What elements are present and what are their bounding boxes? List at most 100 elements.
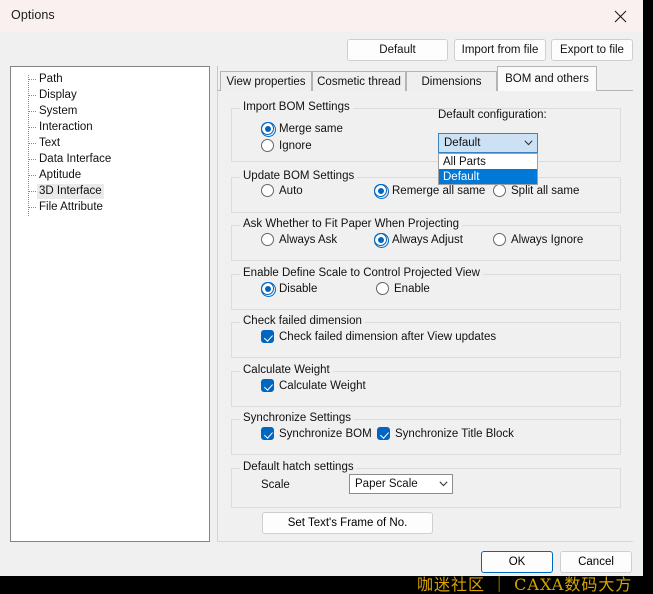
tab-cosmetic-thread[interactable]: Cosmetic thread (312, 71, 406, 91)
dropdown-option-default[interactable]: Default (439, 169, 537, 184)
tab-dimensions[interactable]: Dimensions (406, 71, 497, 91)
tree-item-label: Path (39, 72, 63, 85)
tree-item-data-interface[interactable]: Data Interface (11, 151, 209, 167)
radio-mark (493, 184, 506, 197)
dropdown-option-all-parts[interactable]: All Parts (439, 154, 537, 169)
import-from-file-button[interactable]: Import from file (454, 39, 546, 61)
tree-connector (28, 143, 36, 144)
radio-mark (376, 282, 389, 295)
radio-mark (374, 233, 389, 248)
checkbox-mark (261, 330, 274, 343)
tree-item-label: 3D Interface (37, 183, 104, 199)
default-configuration-dropdown[interactable]: All Parts Default (438, 153, 538, 185)
radio-label: Ignore (279, 139, 312, 152)
hatch-scale-combobox[interactable]: Paper Scale (349, 474, 453, 494)
tree-item-interaction[interactable]: Interaction (11, 119, 209, 135)
checkbox-calculate-weight[interactable]: Calculate Weight (261, 379, 366, 392)
tree-connector (28, 95, 36, 96)
group-legend: Calculate Weight (240, 364, 333, 376)
radio-remerge-all-same[interactable]: Remerge all same (374, 184, 486, 199)
chevron-down-icon (434, 481, 452, 487)
radio-enable[interactable]: Enable (376, 282, 430, 295)
checkbox-label: Synchronize BOM (279, 427, 372, 440)
radio-label: Merge same (279, 122, 343, 135)
options-dialog: Options Default Import from file Export … (0, 0, 643, 576)
checkbox-synchronize-title-block[interactable]: Synchronize Title Block (377, 427, 514, 440)
radio-mark (261, 122, 276, 137)
tab-bom-and-others[interactable]: BOM and others (497, 66, 597, 91)
radio-mark (261, 233, 274, 246)
checkbox-synchronize-bom[interactable]: Synchronize BOM (261, 427, 372, 440)
title-bar: Options (0, 0, 643, 32)
footer-divider (217, 541, 633, 542)
tree-connector (28, 159, 36, 160)
tree-connector (28, 175, 36, 176)
radio-mark (374, 184, 389, 199)
checkbox-mark (377, 427, 390, 440)
group-import-bom: Import BOM Settings (231, 101, 621, 162)
radio-label: Auto (279, 184, 303, 197)
radio-label: Always Ask (279, 233, 338, 246)
close-icon[interactable] (597, 0, 643, 32)
radio-ignore[interactable]: Ignore (261, 139, 312, 152)
settings-tree[interactable]: Path Display System Interaction Text Dat… (10, 66, 210, 542)
tree-item-aptitude[interactable]: Aptitude (11, 167, 209, 183)
radio-disable[interactable]: Disable (261, 282, 318, 297)
radio-always-adjust[interactable]: Always Adjust (374, 233, 463, 248)
radio-label: Remerge all same (392, 184, 486, 197)
group-legend: Import BOM Settings (240, 101, 353, 113)
radio-mark (493, 233, 506, 246)
tree-item-3d-interface[interactable]: 3D Interface (11, 183, 209, 199)
checkbox-label: Check failed dimension after View update… (279, 330, 497, 343)
tree-item-label: Aptitude (39, 168, 82, 181)
default-button[interactable]: Default (347, 39, 448, 61)
radio-label: Always Adjust (392, 233, 463, 246)
default-configuration-label: Default configuration: (438, 109, 547, 121)
tab-view-properties[interactable]: View properties (220, 71, 312, 91)
tree-item-text[interactable]: Text (11, 135, 209, 151)
checkbox-mark (261, 379, 274, 392)
settings-pane: View properties Cosmetic thread Dimensio… (217, 66, 633, 542)
export-to-file-button[interactable]: Export to file (551, 39, 633, 61)
cancel-button[interactable]: Cancel (560, 551, 632, 573)
checkbox-label: Synchronize Title Block (395, 427, 514, 440)
tree-item-display[interactable]: Display (11, 87, 209, 103)
group-legend: Enable Define Scale to Control Projected… (240, 267, 483, 279)
checkbox-label: Calculate Weight (279, 379, 366, 392)
radio-label: Disable (279, 282, 318, 295)
tree-connector (28, 79, 36, 80)
watermark-text: 咖迷社区 ｜ CAXA数码大方 (417, 575, 633, 594)
radio-mark (261, 184, 274, 197)
tree-connector (28, 191, 36, 192)
tree-item-label: Text (39, 136, 61, 149)
ok-button[interactable]: OK (481, 551, 553, 573)
screen: Options Default Import from file Export … (0, 0, 653, 594)
group-legend: Default hatch settings (240, 461, 357, 473)
radio-always-ask[interactable]: Always Ask (261, 233, 337, 246)
screen-edge-right (643, 0, 653, 594)
tree-item-file-attribute[interactable]: File Attribute (11, 199, 209, 215)
radio-label: Split all same (511, 184, 580, 197)
tree-connector (28, 127, 36, 128)
tree-item-label: System (39, 104, 78, 117)
radio-merge-same[interactable]: Merge same (261, 122, 343, 137)
tree-connector (28, 111, 36, 112)
combobox-value: Paper Scale (355, 478, 418, 490)
radio-split-all-same[interactable]: Split all same (493, 184, 579, 197)
set-text-frame-button[interactable]: Set Text's Frame of No. (262, 512, 433, 534)
hatch-scale-label: Scale (261, 479, 290, 491)
tree-item-path[interactable]: Path (11, 71, 209, 87)
radio-auto[interactable]: Auto (261, 184, 303, 197)
checkbox-check-failed-dimension[interactable]: Check failed dimension after View update… (261, 330, 496, 343)
radio-always-ignore[interactable]: Always Ignore (493, 233, 583, 246)
group-legend: Synchronize Settings (240, 412, 355, 424)
tree-connector (28, 207, 36, 208)
default-configuration-combobox[interactable]: Default (438, 133, 538, 153)
window-title: Options (11, 8, 55, 22)
group-legend: Update BOM Settings (240, 170, 358, 182)
tree-item-system[interactable]: System (11, 103, 209, 119)
tree-item-label: Display (39, 88, 77, 101)
radio-mark (261, 139, 274, 152)
radio-mark (261, 282, 276, 297)
group-legend: Check failed dimension (240, 315, 365, 327)
